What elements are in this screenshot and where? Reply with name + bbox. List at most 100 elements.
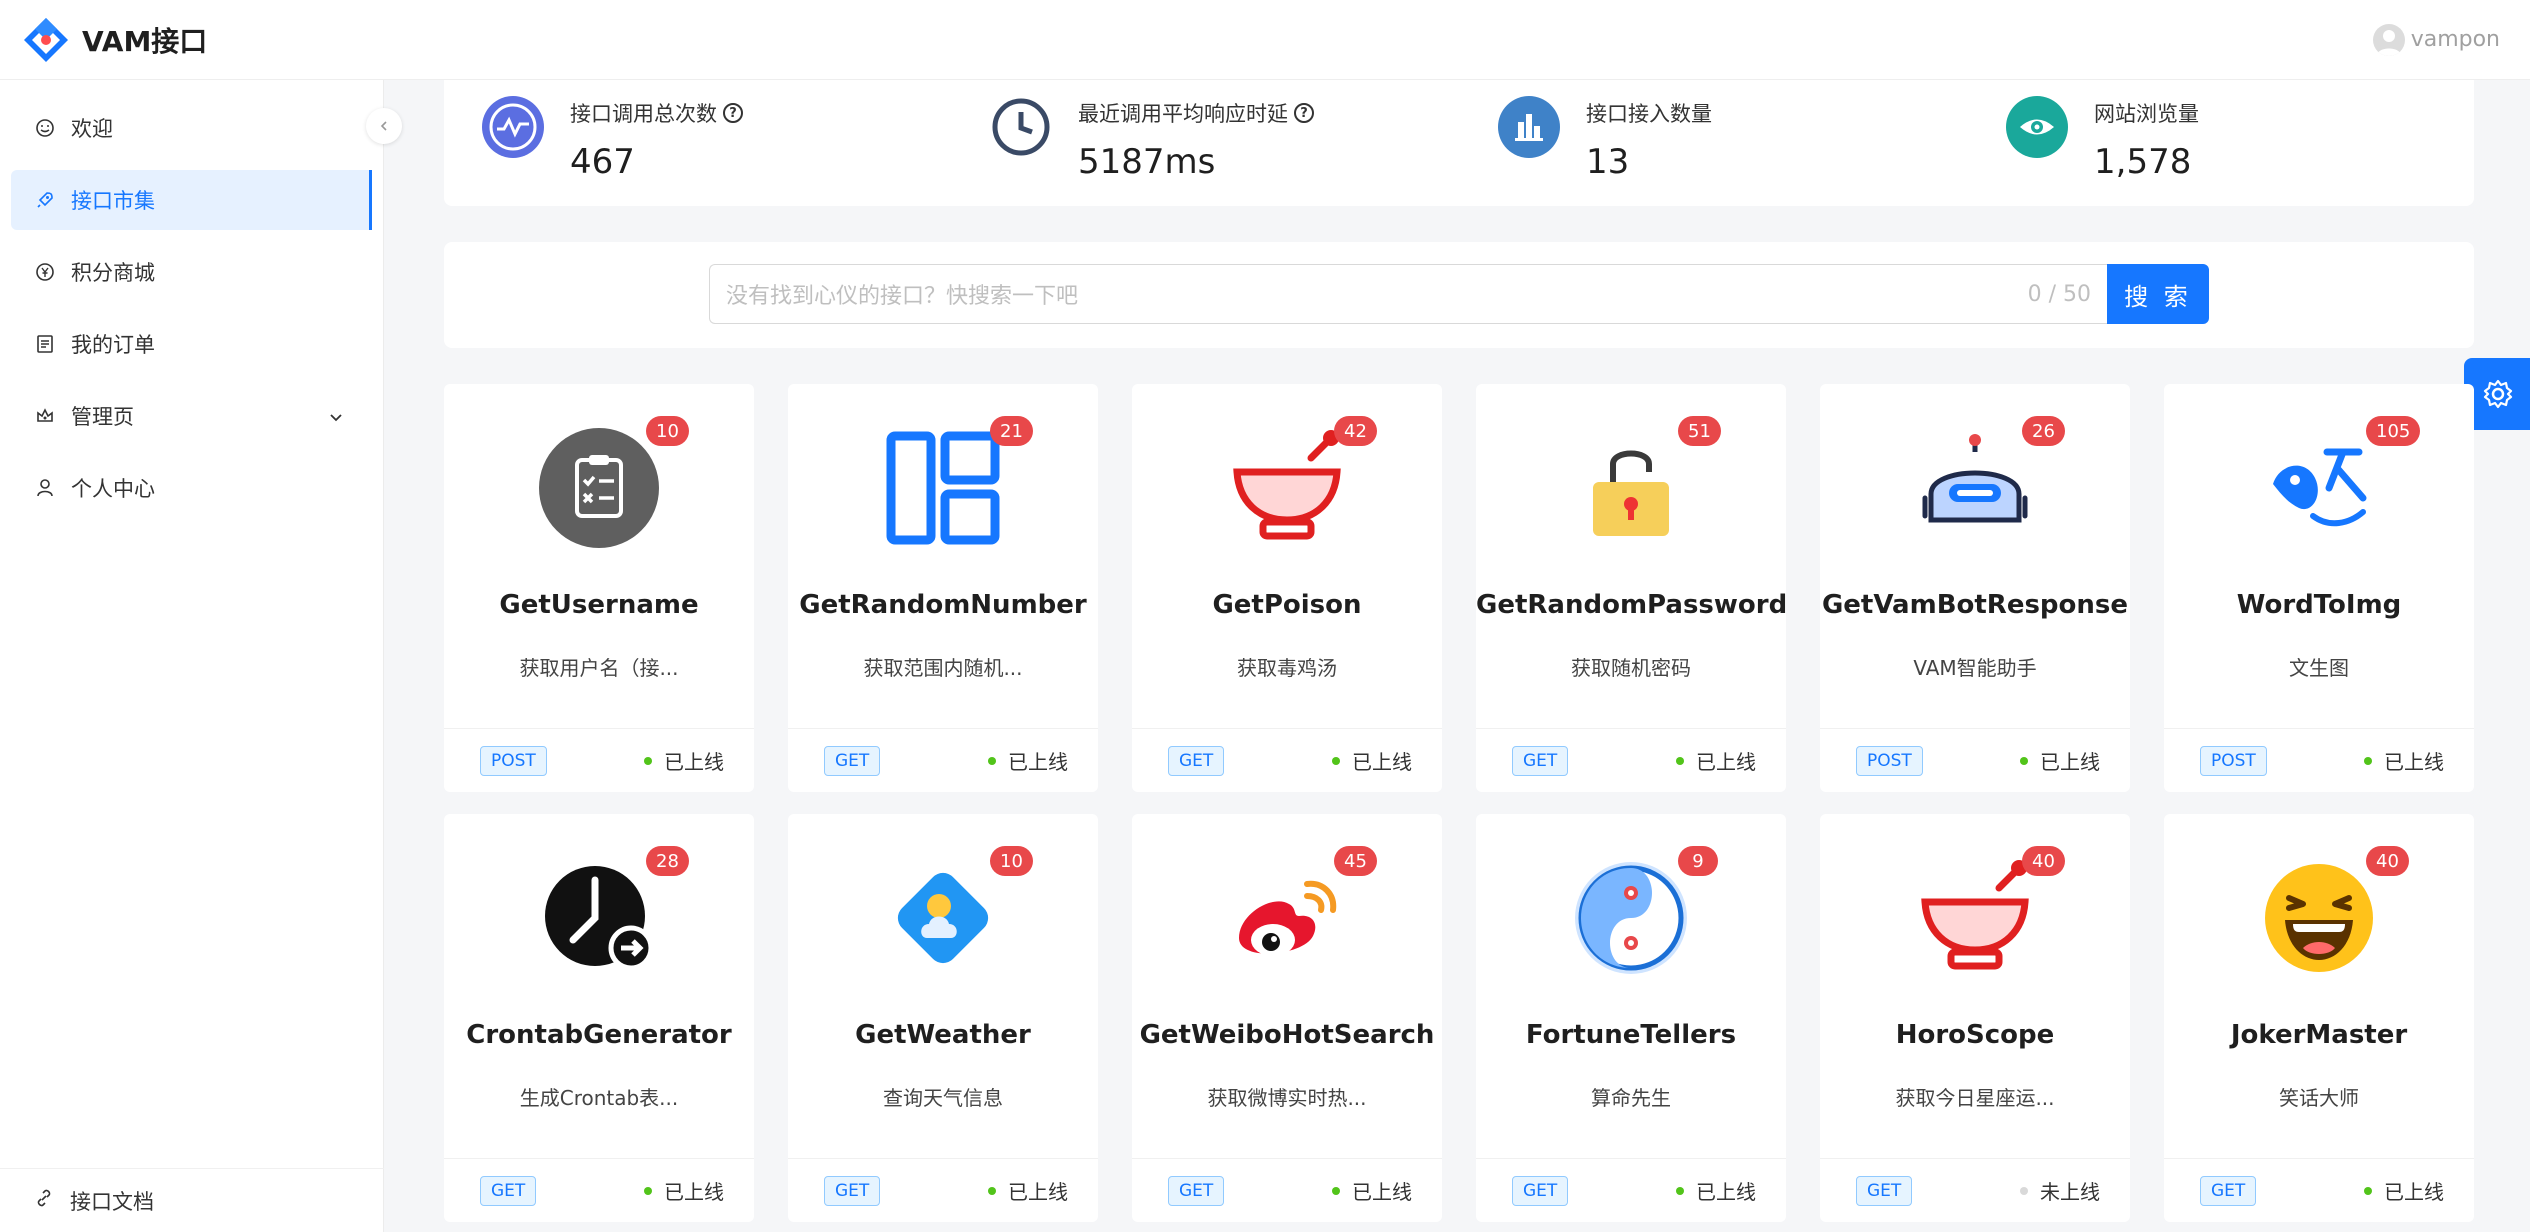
stat-api-count: 接口接入数量 13 — [1498, 88, 1712, 198]
method-tag: POST — [2200, 745, 2267, 776]
status-dot — [1676, 756, 1684, 765]
method-tag: GET — [824, 1175, 881, 1206]
sidebar-item-welcome[interactable]: 欢迎 — [11, 98, 372, 158]
method-tag: GET — [2200, 1175, 2257, 1206]
method-tag: POST — [1856, 745, 1923, 776]
card-footer: GET 已上线 — [788, 1158, 1098, 1222]
status-text: 已上线 — [2040, 750, 2100, 774]
method-tag: GET — [1168, 745, 1225, 776]
card-footer: POST 已上线 — [2164, 728, 2474, 792]
status-indicator: 已上线 — [1332, 1176, 1412, 1205]
link-icon — [34, 1188, 54, 1213]
sidebar-item-label: 积分商城 — [71, 261, 155, 285]
card-footer: GET 已上线 — [444, 1158, 754, 1222]
api-description: 获取随机密码 — [1571, 656, 1691, 680]
brand[interactable]: VAM接口 — [22, 16, 207, 64]
api-card-getrandomnumber[interactable]: 21 GetRandomNumber 获取范围内随机... GET 已上线 — [788, 384, 1098, 792]
status-dot — [1676, 1186, 1684, 1195]
api-card-fortunetellers[interactable]: 9 FortuneTellers 算命先生 GET 已上线 — [1476, 814, 1786, 1222]
clipboard-icon — [539, 428, 659, 548]
call-count-badge: 51 — [1678, 416, 1721, 446]
question-icon[interactable]: ? — [1294, 103, 1314, 123]
method-tag: GET — [1512, 745, 1569, 776]
status-indicator: 已上线 — [988, 1176, 1068, 1205]
api-description: 获取今日星座运... — [1895, 1086, 2055, 1110]
card-footer: GET 已上线 — [1476, 728, 1786, 792]
api-card-getpoison[interactable]: 42 GetPoison 获取毒鸡汤 GET 已上线 — [1132, 384, 1442, 792]
stat-value: 13 — [1586, 142, 1630, 182]
api-name: GetWeather — [855, 1020, 1031, 1050]
api-card-getweather[interactable]: 10 GetWeather 查询天气信息 GET 已上线 — [788, 814, 1098, 1222]
status-indicator: 已上线 — [1676, 746, 1756, 775]
sidebar-item-profile[interactable]: 个人中心 — [11, 458, 372, 518]
status-dot — [1332, 756, 1340, 765]
status-dot — [988, 1186, 996, 1195]
stat-label: 最近调用平均响应时延 ? — [1078, 98, 1314, 128]
status-dot — [988, 756, 996, 765]
status-text: 已上线 — [2384, 750, 2444, 774]
status-indicator: 已上线 — [1332, 746, 1412, 775]
api-description: 获取用户名（接... — [519, 656, 679, 680]
call-count-badge: 10 — [646, 416, 689, 446]
weather-icon — [883, 858, 1003, 978]
search-button[interactable]: 搜 索 — [2107, 264, 2209, 324]
api-name: GetUsername — [499, 590, 699, 620]
api-description: 笑话大师 — [2279, 1086, 2359, 1110]
user-menu[interactable]: vampon — [2372, 23, 2500, 56]
api-docs-link[interactable]: 接口文档 — [0, 1168, 384, 1232]
laughing-face-icon — [2259, 858, 2379, 978]
sidebar-item-my-orders[interactable]: 我的订单 — [11, 314, 372, 374]
status-text: 已上线 — [664, 750, 724, 774]
api-card-getusername[interactable]: 10 GetUsername 获取用户名（接... POST 已上线 — [444, 384, 754, 792]
method-tag: POST — [480, 745, 547, 776]
status-text: 已上线 — [1696, 1180, 1756, 1204]
sidebar-collapse-button[interactable] — [366, 108, 402, 144]
status-indicator: 已上线 — [2364, 746, 2444, 775]
sidebar-item-api-market[interactable]: 接口市集 — [11, 170, 372, 230]
call-count-badge: 10 — [990, 846, 1033, 876]
api-name: GetRandomNumber — [799, 590, 1087, 620]
question-icon[interactable]: ? — [723, 103, 743, 123]
yen-icon — [35, 262, 55, 282]
call-count-badge: 45 — [1334, 846, 1377, 876]
text-image-icon — [2259, 428, 2379, 548]
search-box: 没有找到心仪的接口？快搜索一下吧 0 / 50 搜 索 — [709, 264, 2209, 324]
search-char-count: 0 / 50 — [2027, 281, 2091, 307]
sidebar-item-label: 接口市集 — [71, 189, 155, 213]
api-card-wordtoimg[interactable]: 105 WordToImg 文生图 POST 已上线 — [2164, 384, 2474, 792]
api-description: 获取毒鸡汤 — [1237, 656, 1337, 680]
status-dot — [2364, 1186, 2372, 1195]
sidebar-item-admin[interactable]: 管理页 — [11, 386, 372, 446]
api-description: VAM智能助手 — [1913, 656, 2037, 680]
bar-chart-icon — [1498, 96, 1560, 158]
api-docs-label: 接口文档 — [70, 1189, 154, 1214]
api-card-getweibohotsearch[interactable]: 45 GetWeiboHotSearch 获取微博实时热... GET 已上线 — [1132, 814, 1442, 1222]
status-dot — [644, 756, 652, 765]
status-text: 已上线 — [1008, 750, 1068, 774]
api-card-jokermaster[interactable]: 40 JokerMaster 笑话大师 GET 已上线 — [2164, 814, 2474, 1222]
app-title: VAM接口 — [82, 24, 208, 58]
api-card-getvambotresponse[interactable]: 26 GetVamBotResponse VAM智能助手 POST 已上线 — [1820, 384, 2130, 792]
status-text: 已上线 — [664, 1180, 724, 1204]
username: vampon — [2410, 27, 2500, 52]
api-name: GetWeiboHotSearch — [1139, 1020, 1435, 1050]
stat-label-text: 接口调用总次数 — [570, 102, 717, 126]
card-footer: GET 已上线 — [1132, 728, 1442, 792]
call-count-badge: 9 — [1678, 846, 1718, 876]
search-input[interactable]: 没有找到心仪的接口？快搜索一下吧 0 / 50 — [709, 264, 2107, 324]
stat-label-text: 最近调用平均响应时延 — [1078, 102, 1288, 126]
api-card-horoscope[interactable]: 40 HoroScope 获取今日星座运... GET 未上线 — [1820, 814, 2130, 1222]
status-dot — [1332, 1186, 1340, 1195]
status-text: 已上线 — [1008, 1180, 1068, 1204]
sidebar-item-points-mall[interactable]: 积分商城 — [11, 242, 372, 302]
status-dot — [644, 1186, 652, 1195]
stat-total-calls: 接口调用总次数 ? 467 — [482, 88, 743, 198]
api-card-getrandompassword[interactable]: 51 GetRandomPassword 获取随机密码 GET 已上线 — [1476, 384, 1787, 792]
status-indicator: 已上线 — [988, 746, 1068, 775]
diamond-logo-icon — [24, 17, 68, 62]
stat-value: 1,578 — [2094, 142, 2192, 182]
card-footer: GET 未上线 — [1820, 1158, 2130, 1222]
call-count-badge: 105 — [2366, 416, 2421, 446]
status-text: 已上线 — [1352, 750, 1412, 774]
api-card-crontabgenerator[interactable]: 28 CrontabGenerator 生成Crontab表... GET 已上… — [444, 814, 754, 1222]
